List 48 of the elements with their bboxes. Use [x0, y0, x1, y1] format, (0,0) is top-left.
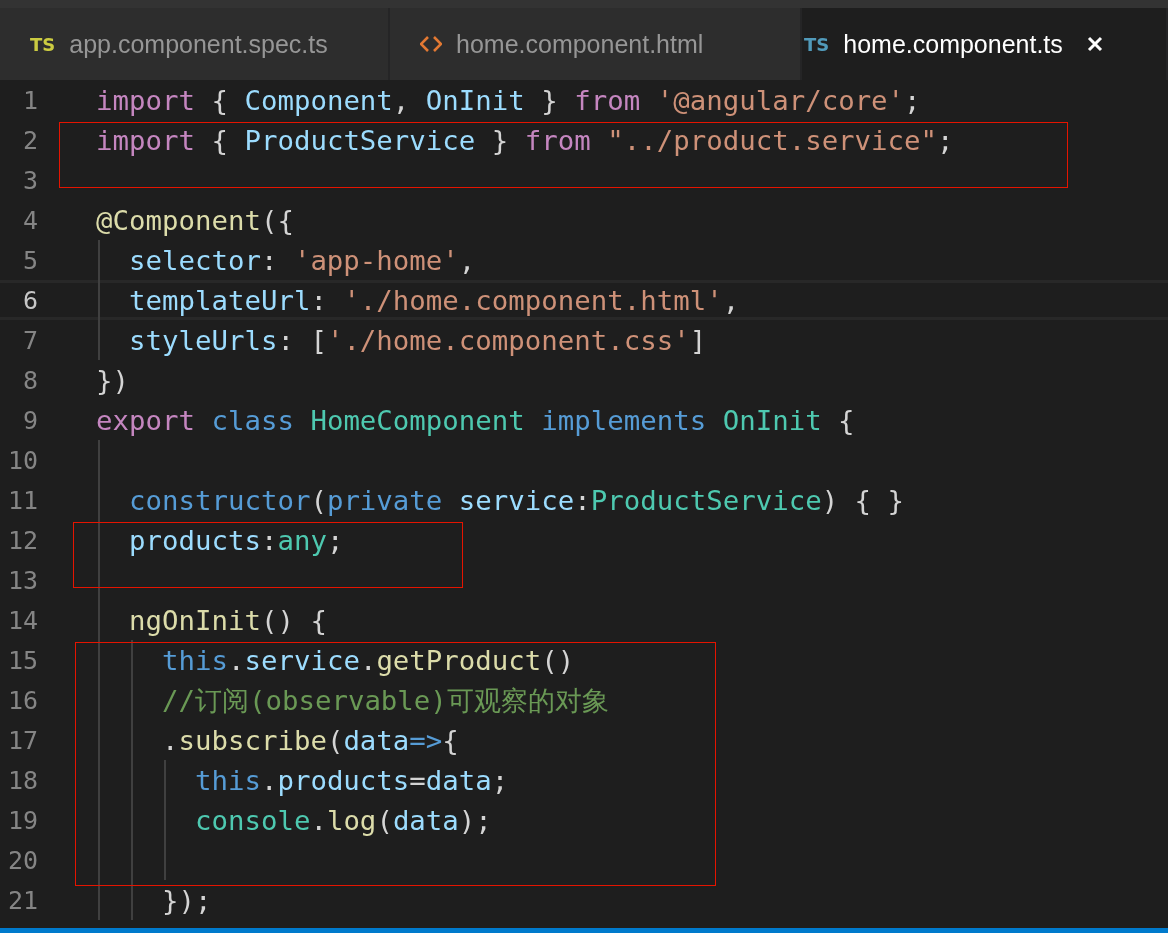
code-line: selector: 'app-home',: [127, 244, 476, 278]
code-line: .subscribe(data=>{: [160, 724, 459, 758]
code-line: ngOnInit() {: [127, 604, 327, 638]
file-type-label: TS: [804, 33, 830, 55]
code-line: products:any;: [127, 524, 344, 558]
line-number: 19: [6, 805, 38, 837]
line-number: 5: [21, 245, 38, 277]
line-number: 7: [21, 325, 38, 357]
code-line: import { ProductService } from "../product.service";: [96, 124, 954, 158]
line-number: 21: [6, 885, 38, 917]
code-line: constructor(private service:ProductService) { }: [127, 484, 905, 518]
line-number: 20: [6, 845, 38, 877]
tab-label: home.component.html: [456, 29, 704, 59]
code-line: }): [96, 364, 129, 398]
line-number: 2: [21, 125, 38, 157]
line-number: 3: [21, 165, 38, 197]
code-line: });: [160, 884, 212, 918]
tab-label: home.component.ts: [843, 29, 1063, 59]
line-number: 18: [6, 765, 38, 797]
line-number: 11: [6, 485, 38, 517]
code-line: //订阅(observable)可观察的对象: [160, 684, 609, 718]
code-brackets-icon: [420, 36, 442, 52]
tab-label: app.component.spec.ts: [69, 29, 328, 59]
editor-tab[interactable]: home.component.html: [390, 8, 802, 80]
line-number: 10: [6, 445, 38, 477]
code-line: this.products=data;: [193, 764, 509, 798]
line-number: 12: [6, 525, 38, 557]
line-number: 16: [6, 685, 38, 717]
file-type-label: TS: [30, 33, 56, 55]
line-number: 6: [21, 285, 38, 317]
line-number: 17: [6, 725, 38, 757]
code-line: templateUrl: './home.component.html',: [127, 284, 740, 318]
code-line: console.log(data);: [193, 804, 492, 838]
line-number: 9: [21, 405, 38, 437]
editor-tab[interactable]: TS home.component.ts: [802, 8, 1168, 80]
line-number: 15: [6, 645, 38, 677]
line-number: 14: [6, 605, 38, 637]
code-line: export class HomeComponent implements OnInit {: [96, 404, 855, 438]
line-number: 13: [6, 565, 38, 597]
code-line: this.service.getProduct(): [160, 644, 575, 678]
close-icon[interactable]: [1086, 36, 1103, 52]
line-number: 1: [21, 85, 38, 117]
line-number: 8: [21, 365, 38, 397]
code-line: import { Component, OnInit } from '@angular/core';: [96, 84, 921, 118]
line-number: 4: [21, 205, 38, 237]
code-line: @Component({: [96, 204, 294, 238]
editor-tab[interactable]: TS app.component.spec.ts: [0, 8, 390, 80]
code-line: styleUrls: ['./home.component.css']: [127, 324, 707, 358]
